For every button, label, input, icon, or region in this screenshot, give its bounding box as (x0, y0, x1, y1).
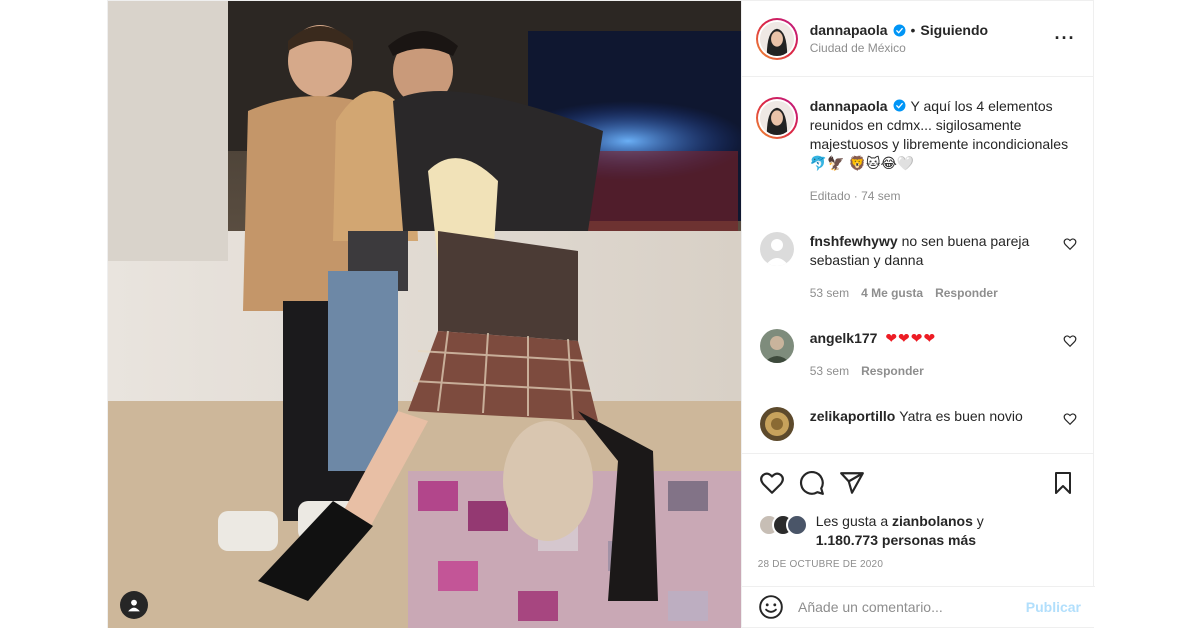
verified-icon (893, 99, 905, 112)
share-icon (839, 472, 864, 494)
comment-username[interactable]: angelk177 (810, 330, 878, 346)
add-comment-bar: Publicar (742, 586, 1095, 627)
comment-likes[interactable]: 4 Me gusta (861, 284, 923, 303)
comment-like-heart-icon[interactable] (1063, 412, 1077, 426)
follow-status-button[interactable]: Siguiendo (920, 22, 988, 38)
comment-button[interactable] (798, 469, 826, 497)
instagram-post: CIAGA (107, 0, 1095, 628)
avatar-image (759, 329, 794, 363)
post-header: dannapaola • Siguiendo Ciudad de México … (741, 1, 1093, 77)
comment-item: zelikaportillo Yatra es buen novio (756, 407, 1077, 441)
comment-input[interactable] (798, 599, 1026, 615)
comment-time: 53 sem (809, 364, 850, 378)
comments-list[interactable]: dannapaola Y aquí los 4 elementos reunido… (742, 77, 1093, 453)
emoji-icon[interactable] (758, 594, 784, 620)
liker-username[interactable]: zianbolanos (892, 513, 973, 529)
liker-avatars (757, 514, 812, 536)
avatar-image (759, 21, 794, 56)
separator-dot: • (910, 22, 916, 38)
user-tag-button[interactable] (120, 591, 148, 619)
liker-avatar (785, 514, 808, 536)
caption-meta: Editado · 74 sem (809, 189, 901, 203)
save-button[interactable] (1049, 469, 1077, 497)
publish-button[interactable]: Publicar (1026, 599, 1081, 615)
likes-text: Les gusta a zianbolanos y 1.180.773 pers… (815, 513, 984, 548)
comment-item: fnshfewhywy no sen buena pareja sebastian… (756, 232, 1077, 303)
comment-like-heart-icon[interactable] (1063, 237, 1077, 251)
comment-time: 53 sem (809, 286, 850, 300)
like-button[interactable] (758, 469, 786, 497)
edited-label: Editado (809, 189, 851, 203)
comment-avatar[interactable] (759, 329, 794, 363)
header-username[interactable]: dannapaola (810, 22, 888, 38)
profile-avatar[interactable] (755, 17, 798, 60)
heart-icon (759, 472, 784, 494)
user-tag-icon (128, 599, 140, 612)
bookmark-icon (1055, 472, 1071, 494)
caption-username[interactable]: dannapaola (810, 98, 888, 114)
comment-icon (799, 471, 824, 495)
comment-username[interactable]: fnshfewhywy (810, 233, 898, 249)
post-location[interactable]: Ciudad de México (810, 41, 1053, 55)
post-caption: dannapaola Y aquí los 4 elementos reunido… (755, 97, 1077, 206)
likes-count[interactable]: 1.180.773 personas más (816, 532, 976, 548)
post-date[interactable]: 28 DE OCTUBRE DE 2020 (758, 559, 1077, 570)
caption-avatar[interactable] (755, 97, 798, 139)
post-sidebar: dannapaola • Siguiendo Ciudad de México … (740, 1, 1093, 628)
group-photo-illustration: CIAGA (108, 1, 741, 628)
comment-item: angelk177 ❤❤❤❤ 53 sem Responder (756, 329, 1077, 381)
avatar-image (759, 101, 794, 135)
comment-text: ❤❤❤❤ (885, 330, 937, 346)
verified-icon (893, 24, 905, 36)
comment-like-heart-icon[interactable] (1063, 334, 1077, 348)
avatar-image (759, 407, 794, 441)
default-avatar-icon (759, 232, 794, 266)
reply-button[interactable]: Responder (861, 362, 924, 381)
likes-summary: Les gusta a zianbolanos y 1.180.773 pers… (757, 512, 1077, 550)
caption-time: 74 sem (861, 189, 901, 203)
post-photo[interactable]: CIAGA (108, 1, 741, 628)
reply-button[interactable]: Responder (935, 284, 998, 303)
comment-username[interactable]: zelikaportillo (810, 408, 896, 424)
share-button[interactable] (838, 469, 866, 497)
comment-text: Yatra es buen novio (899, 408, 1023, 424)
more-options-icon[interactable]: ··· (1053, 27, 1077, 51)
comment-avatar[interactable] (759, 407, 794, 441)
comment-avatar[interactable] (759, 232, 794, 266)
